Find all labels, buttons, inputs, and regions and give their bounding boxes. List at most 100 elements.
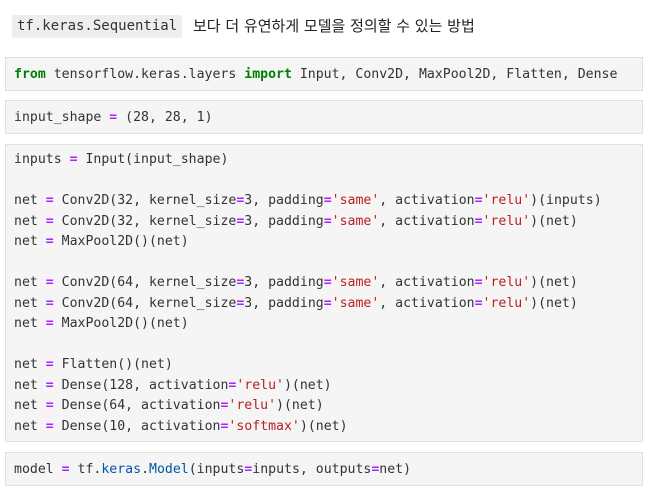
code-token: net) xyxy=(379,462,412,477)
code-token: = xyxy=(474,213,483,229)
code-token: , activation xyxy=(379,295,475,311)
code-token: Dense(10, activation xyxy=(53,418,221,434)
code-token: , activation xyxy=(379,193,475,208)
code-token: 3, padding xyxy=(244,275,324,290)
code-line: net = Conv2D(64, kernel_size=3, padding=… xyxy=(14,273,578,293)
code-token: )(net) xyxy=(530,213,578,229)
code-token: 'same' xyxy=(331,213,380,229)
code-token: = xyxy=(474,193,483,208)
code-line: input_shape = (28, 28, 1) xyxy=(14,108,213,128)
code-line: from tensorflow.keras.layers import Inpu… xyxy=(14,65,617,85)
code-token: 3, padding xyxy=(244,295,324,311)
code-token: 'relu' xyxy=(482,275,531,290)
code-token: 'relu' xyxy=(236,377,284,393)
code-line: net = Flatten()(net) xyxy=(14,355,173,375)
code-token: 'relu' xyxy=(228,398,277,413)
code-token: )(net) xyxy=(530,275,578,290)
code-cell-model-layers[interactable]: inputs = Input(input_shape)net = Conv2D(… xyxy=(5,144,643,442)
code-token: net xyxy=(14,377,46,393)
code-token: tf. xyxy=(69,462,102,477)
code-token: net xyxy=(14,275,46,290)
code-token: tensorflow.keras.layers xyxy=(45,67,245,82)
code-token: (inputs xyxy=(188,462,245,477)
code-token: Conv2D(32, kernel_size xyxy=(53,213,237,229)
code-token: = xyxy=(45,213,54,229)
code-token: Input(input_shape) xyxy=(77,152,229,167)
code-token: net xyxy=(14,295,46,311)
code-token: net xyxy=(14,213,46,229)
code-line: net = Dense(10, activation='softmax')(ne… xyxy=(14,417,348,437)
code-token: = xyxy=(323,213,332,229)
code-cell-imports[interactable]: from tensorflow.keras.layers import Inpu… xyxy=(5,57,643,91)
code-line: model = tf.keras.Model(inputs=inputs, ou… xyxy=(14,460,411,480)
code-token: 'relu' xyxy=(482,295,531,311)
code-token: Dense(64, activation xyxy=(53,398,221,413)
code-token: from xyxy=(14,67,46,82)
code-token: net xyxy=(14,234,46,249)
code-token: = xyxy=(474,275,483,290)
code-token: inputs, outputs xyxy=(252,462,372,477)
code-token: = xyxy=(45,193,54,208)
code-token: 3, padding xyxy=(244,193,324,208)
code-token: net xyxy=(14,418,46,434)
code-token: import xyxy=(244,67,292,82)
code-token: )(net) xyxy=(299,418,348,434)
code-token: Model xyxy=(149,462,189,477)
code-token: 'softmax' xyxy=(228,418,300,434)
code-token: Conv2D(64, kernel_size xyxy=(53,275,237,290)
markdown-cell[interactable]: tf.keras.Sequential 보다 더 유연하게 모델을 정의할 수 … xyxy=(0,0,645,50)
code-token: = xyxy=(45,418,54,434)
code-token: MaxPool2D()(net) xyxy=(53,234,189,249)
code-token: = xyxy=(45,316,54,331)
code-token: = xyxy=(45,234,54,249)
code-token: Conv2D(32, kernel_size xyxy=(53,193,237,208)
code-token: = xyxy=(45,398,54,413)
code-line: net = Conv2D(32, kernel_size=3, padding=… xyxy=(14,212,578,232)
code-token: Conv2D(64, kernel_size xyxy=(53,295,237,311)
code-token: Flatten()(net) xyxy=(53,357,173,372)
code-token: )(net) xyxy=(276,398,324,413)
code-line: net = MaxPool2D()(net) xyxy=(14,232,189,252)
code-token: )(net) xyxy=(283,377,332,393)
code-token: (28, 28, 1) xyxy=(117,110,213,125)
code-token: 'same' xyxy=(331,193,380,208)
code-token: keras xyxy=(101,462,142,477)
code-cell-input-shape[interactable]: input_shape = (28, 28, 1) xyxy=(5,100,643,134)
code-token: = xyxy=(61,462,70,477)
code-token: , activation xyxy=(379,275,475,290)
code-token: = xyxy=(45,295,54,311)
code-token: 3, padding xyxy=(244,213,324,229)
code-line: net = Conv2D(64, kernel_size=3, padding=… xyxy=(14,294,578,314)
code-token: 'same' xyxy=(331,295,380,311)
code-token: input_shape xyxy=(14,110,110,125)
code-token: 'relu' xyxy=(482,193,531,208)
code-token: = xyxy=(45,275,54,290)
code-token: Input, Conv2D, MaxPool2D, Flatten, Dense xyxy=(291,67,618,82)
code-token: = xyxy=(323,275,332,290)
code-token: = xyxy=(69,152,78,167)
code-line: net = Conv2D(32, kernel_size=3, padding=… xyxy=(14,191,602,211)
code-token: = xyxy=(45,357,54,372)
code-token: , activation xyxy=(379,213,475,229)
code-token: inputs xyxy=(14,152,70,167)
code-token: net xyxy=(14,398,46,413)
code-token: MaxPool2D()(net) xyxy=(53,316,189,331)
code-line: net = Dense(128, activation='relu')(net) xyxy=(14,376,332,396)
code-token: net xyxy=(14,193,46,208)
code-token: . xyxy=(141,462,150,477)
markdown-heading-text: 보다 더 유연하게 모델을 정의할 수 있는 방법 xyxy=(193,17,475,35)
code-token: )(inputs) xyxy=(530,193,602,208)
code-token: = xyxy=(45,377,54,393)
code-token: Dense(128, activation xyxy=(53,377,229,393)
code-token: )(net) xyxy=(530,295,578,311)
code-token: net xyxy=(14,316,46,331)
code-cell-model-build[interactable]: model = tf.keras.Model(inputs=inputs, ou… xyxy=(5,452,643,486)
code-token: = xyxy=(323,295,332,311)
code-token: 'relu' xyxy=(482,213,531,229)
code-token: net xyxy=(14,357,46,372)
code-line: inputs = Input(input_shape) xyxy=(14,150,228,170)
code-token: = xyxy=(323,193,332,208)
inline-code-label: tf.keras.Sequential xyxy=(12,15,183,38)
code-token: 'same' xyxy=(331,275,380,290)
code-line: net = Dense(64, activation='relu')(net) xyxy=(14,396,324,416)
